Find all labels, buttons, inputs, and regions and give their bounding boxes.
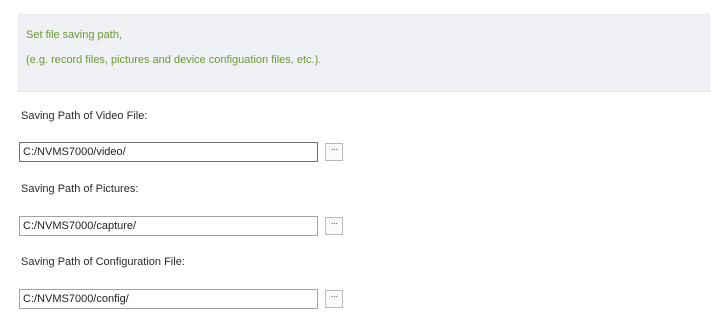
- pictures-path-value: C:/NVMS7000/capture/: [23, 220, 137, 232]
- video-path-field[interactable]: C:/NVMS7000/video/: [19, 142, 318, 162]
- info-panel: Set file saving path, (e.g. record files…: [18, 14, 710, 92]
- info-text-line-2: (e.g. record files, pictures and device …: [26, 54, 322, 66]
- config-path-field[interactable]: C:/NVMS7000/config/: [19, 289, 318, 309]
- ellipsis-icon: ···: [330, 218, 339, 229]
- config-path-label: Saving Path of Configuration File:: [21, 256, 185, 268]
- info-text-line-1: Set file saving path,: [26, 29, 123, 41]
- video-path-browse-button[interactable]: ···: [325, 143, 343, 161]
- ellipsis-icon: ···: [330, 291, 339, 302]
- config-path-browse-button[interactable]: ···: [325, 290, 343, 308]
- video-path-value: C:/NVMS7000/video/: [23, 146, 126, 158]
- pictures-path-browse-button[interactable]: ···: [325, 217, 343, 235]
- video-path-label: Saving Path of Video File:: [21, 110, 148, 122]
- ellipsis-icon: ···: [330, 144, 339, 155]
- pictures-path-label: Saving Path of Pictures:: [21, 183, 139, 195]
- pictures-path-field[interactable]: C:/NVMS7000/capture/: [19, 216, 318, 236]
- config-path-value: C:/NVMS7000/config/: [23, 293, 129, 305]
